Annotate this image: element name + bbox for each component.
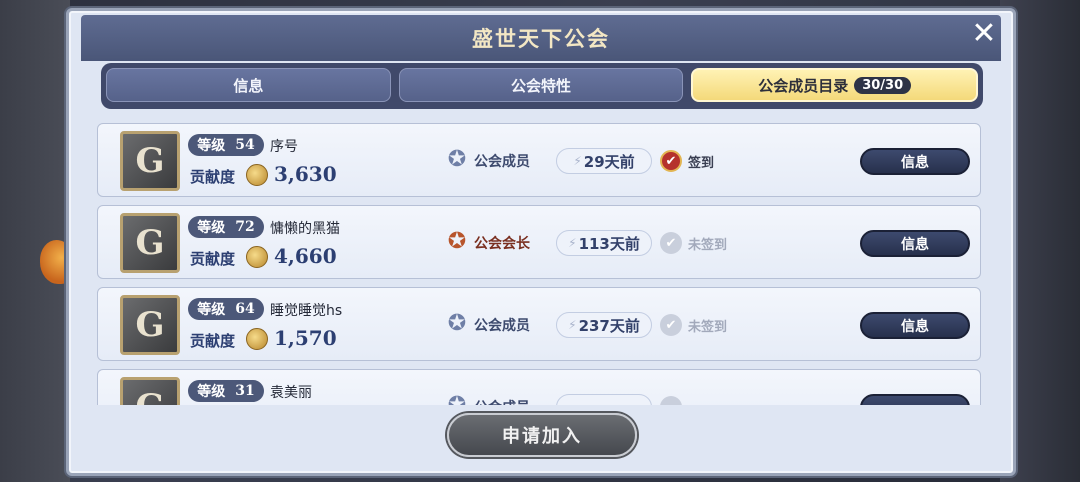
guild-emblem-icon: G — [120, 131, 180, 191]
last-online-pill — [556, 394, 652, 405]
info-button[interactable]: 信息 — [860, 230, 970, 257]
tab-guild-traits[interactable]: 公会特性 — [398, 68, 684, 102]
bolt-icon: ⚡ — [568, 318, 577, 332]
member-rank: 公会会长 — [474, 236, 530, 252]
dialog-title: 盛世天下公会 — [472, 27, 610, 51]
tab-bar: 信息 公会特性 公会成员目录 30/30 — [101, 63, 983, 109]
contribution-value: 4,660 — [274, 244, 337, 268]
star-badge-icon: ✪ — [447, 147, 467, 172]
member-row: G 等级 54 序号 贡献度 3,630 ✪ 公会成员 ⚡ 29天前 ✔ 签到 … — [97, 123, 981, 197]
checkmark-icon: ✔ — [660, 232, 682, 254]
guild-emblem-icon: G — [120, 213, 180, 273]
bolt-icon: ⚡ — [568, 236, 577, 250]
close-icon[interactable]: ✕ — [967, 17, 1001, 51]
member-row: G 等级 31 袁美丽 ✪ 公会成员 — [97, 369, 981, 405]
member-row: G 等级 64 睡觉睡觉hs 贡献度 1,570 ✪ 公会成员 ⚡ 237天前 … — [97, 287, 981, 361]
member-name: 序号 — [270, 139, 298, 155]
member-list[interactable]: G 等级 54 序号 贡献度 3,630 ✪ 公会成员 ⚡ 29天前 ✔ 签到 … — [93, 119, 985, 405]
coin-icon — [246, 164, 268, 186]
info-button[interactable]: 信息 — [860, 148, 970, 175]
contribution-value: 3,630 — [274, 162, 337, 186]
contribution-label: 贡献度 — [190, 168, 236, 186]
sign-in-status: 签到 — [688, 156, 715, 171]
coin-icon — [246, 246, 268, 268]
star-badge-icon: ✪ — [447, 311, 467, 336]
tab-info[interactable]: 信息 — [106, 68, 391, 102]
tab-member-list[interactable]: 公会成员目录 30/30 — [691, 68, 979, 102]
apply-join-button[interactable]: 申请加入 — [447, 413, 637, 457]
contribution-value: 1,570 — [274, 326, 337, 350]
member-name: 袁美丽 — [270, 385, 312, 401]
member-name: 睡觉睡觉hs — [270, 303, 343, 319]
dialog-titlebar: 盛世天下公会 — [81, 15, 1001, 61]
level-badge: 等级 54 — [188, 134, 264, 156]
last-online-pill: ⚡ 113天前 — [556, 230, 652, 256]
member-rank: 公会成员 — [474, 397, 530, 405]
contribution-label: 贡献度 — [190, 250, 236, 268]
sign-in-status: 未签到 — [688, 320, 728, 335]
coin-icon — [246, 328, 268, 350]
level-badge: 等级 31 — [188, 380, 264, 402]
member-rank: 公会成员 — [474, 154, 530, 170]
member-name: 慵懒的黑猫 — [270, 221, 340, 237]
sign-in-status: 未签到 — [688, 238, 728, 253]
member-count-badge: 30/30 — [854, 76, 912, 94]
info-button[interactable] — [860, 394, 970, 405]
last-online-pill: ⚡ 237天前 — [556, 312, 652, 338]
contribution-label: 贡献度 — [190, 332, 236, 350]
leader-badge-icon: ✪ — [447, 229, 467, 254]
level-badge: 等级 64 — [188, 298, 264, 320]
level-badge: 等级 72 — [188, 216, 264, 238]
info-button[interactable]: 信息 — [860, 312, 970, 339]
guild-emblem-icon: G — [120, 377, 180, 405]
guild-dialog: 盛世天下公会 ✕ 信息 公会特性 公会成员目录 30/30 G 等级 54 序号… — [66, 8, 1016, 476]
checkmark-icon — [660, 396, 682, 405]
checkmark-icon: ✔ — [660, 314, 682, 336]
guild-emblem-icon: G — [120, 295, 180, 355]
bolt-icon: ⚡ — [573, 154, 582, 168]
member-rank: 公会成员 — [474, 318, 530, 334]
checkmark-icon: ✔ — [660, 150, 682, 172]
member-row: G 等级 72 慵懒的黑猫 贡献度 4,660 ✪ 公会会长 ⚡ 113天前 ✔… — [97, 205, 981, 279]
last-online-pill: ⚡ 29天前 — [556, 148, 652, 174]
star-badge-icon: ✪ — [444, 393, 470, 405]
